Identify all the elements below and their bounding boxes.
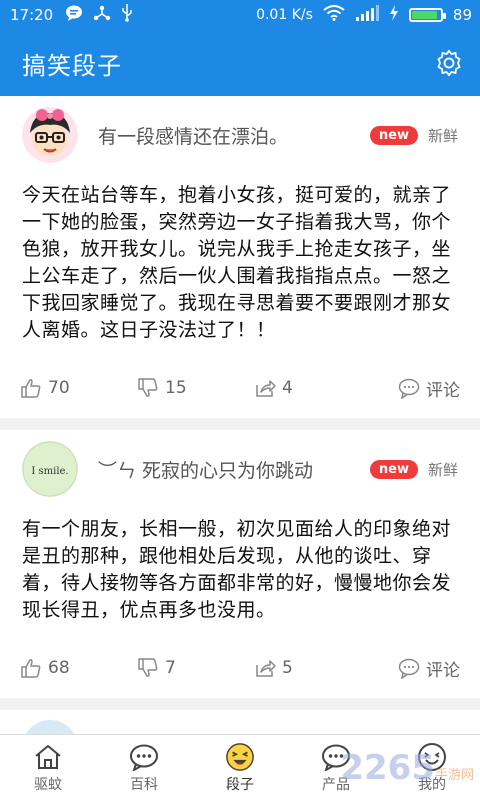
avatar[interactable]: I smile.: [22, 441, 78, 497]
thumbs-up-icon: [20, 657, 42, 679]
status-bar: 17:20 0.01 K/s 89: [0, 0, 480, 30]
comment-button[interactable]: 评论: [398, 656, 460, 681]
author-name[interactable]: 有一段感情还在漂泊。: [98, 122, 360, 149]
like-button[interactable]: 70: [20, 377, 137, 399]
page-title: 搞笑段子: [22, 51, 122, 80]
smile-face-icon: [417, 742, 447, 772]
post-actions: 70 15 4 评论: [0, 358, 480, 418]
dislike-button[interactable]: 7: [137, 657, 254, 679]
avatar[interactable]: [22, 107, 78, 163]
nav-label: 段子: [226, 777, 254, 793]
share-icon: [254, 377, 276, 399]
share-button[interactable]: 5: [254, 657, 371, 679]
like-button[interactable]: 68: [20, 657, 137, 679]
author-name[interactable]: ︶ㄣ 死寂的心只为你跳动: [98, 456, 360, 483]
post-content[interactable]: 有一个朋友，长相一般，初次见面给人的印象绝对是丑的那种，跟他相处后发现，从他的谈…: [0, 508, 480, 624]
laugh-face-icon: [225, 742, 255, 772]
usb-share-icon: [93, 5, 111, 25]
fresh-tag: 新鲜: [427, 460, 458, 479]
home-icon: [33, 742, 63, 772]
nav-label: 百科: [130, 777, 158, 793]
new-badge: new: [369, 125, 418, 145]
nav-item-quwen[interactable]: 驱蚊: [0, 735, 96, 801]
post-content[interactable]: 今天在站台等车，抱着小女孩，挺可爱的，就亲了一下她的脸蛋，突然旁边一女子指着我大…: [0, 174, 480, 344]
avatar[interactable]: [22, 720, 78, 734]
nav-item-chanpin[interactable]: 产品: [288, 735, 384, 801]
dislike-count: 15: [165, 378, 187, 398]
dislike-button[interactable]: 15: [137, 377, 254, 399]
share-icon: [254, 657, 276, 679]
dislike-count: 7: [165, 658, 176, 678]
settings-button[interactable]: [434, 48, 464, 78]
battery-level-fill: [411, 11, 437, 19]
network-speed: 0.01 K/s: [256, 7, 313, 23]
share-button[interactable]: 4: [254, 377, 371, 399]
thumbs-down-icon: [137, 657, 159, 679]
comment-label: 评论: [426, 380, 460, 401]
chat-bubble-icon: [321, 742, 351, 772]
message-icon: [65, 5, 83, 25]
post-card: 有一段感情还在漂泊。 new 新鲜 今天在站台等车，抱着小女孩，挺可爱的，就亲了…: [0, 96, 480, 418]
thumbs-up-icon: [20, 377, 42, 399]
nav-label: 我的: [418, 777, 446, 793]
post-card: I smile. ︶ㄣ 死寂的心只为你跳动 new 新鲜 有一个朋友，长相一般，…: [0, 430, 480, 698]
share-count: 4: [282, 378, 293, 398]
nav-item-duanzi[interactable]: 段子: [192, 735, 288, 801]
nav-label: 驱蚊: [34, 777, 62, 793]
battery-icon: [408, 8, 446, 22]
post-card: [0, 710, 480, 734]
joke-feed[interactable]: 有一段感情还在漂泊。 new 新鲜 今天在站台等车，抱着小女孩，挺可爱的，就亲了…: [0, 96, 480, 734]
comment-icon: [398, 377, 420, 399]
comment-button[interactable]: 评论: [398, 376, 460, 401]
post-actions: 68 7 5 评论: [0, 638, 480, 698]
nav-label: 产品: [322, 777, 350, 793]
nav-item-wode[interactable]: 我的: [384, 735, 480, 801]
new-badge: new: [369, 459, 418, 479]
wifi-icon: [323, 5, 345, 25]
share-count: 5: [282, 658, 293, 678]
signal-icon: [355, 5, 379, 25]
comment-icon: [398, 657, 420, 679]
comment-label: 评论: [426, 660, 460, 681]
battery-percent: 89: [452, 6, 472, 24]
like-count: 68: [48, 658, 70, 678]
fresh-tag: 新鲜: [427, 126, 458, 145]
gear-icon: [437, 49, 461, 77]
thumbs-down-icon: [137, 377, 159, 399]
like-count: 70: [48, 378, 70, 398]
post-header: I smile. ︶ㄣ 死寂的心只为你跳动 new 新鲜: [0, 430, 480, 508]
post-header: 有一段感情还在漂泊。 new 新鲜: [0, 96, 480, 174]
app-bar: 搞笑段子: [0, 30, 480, 96]
clock: 17:20: [10, 6, 54, 24]
charging-icon: [389, 5, 399, 25]
bottom-nav: 驱蚊 百科 段子 产品 我的: [0, 734, 480, 801]
nav-item-baike[interactable]: 百科: [96, 735, 192, 801]
usb-icon: [121, 4, 133, 26]
chat-bubble-icon: [129, 742, 159, 772]
avatar-text: I smile.: [31, 466, 68, 477]
